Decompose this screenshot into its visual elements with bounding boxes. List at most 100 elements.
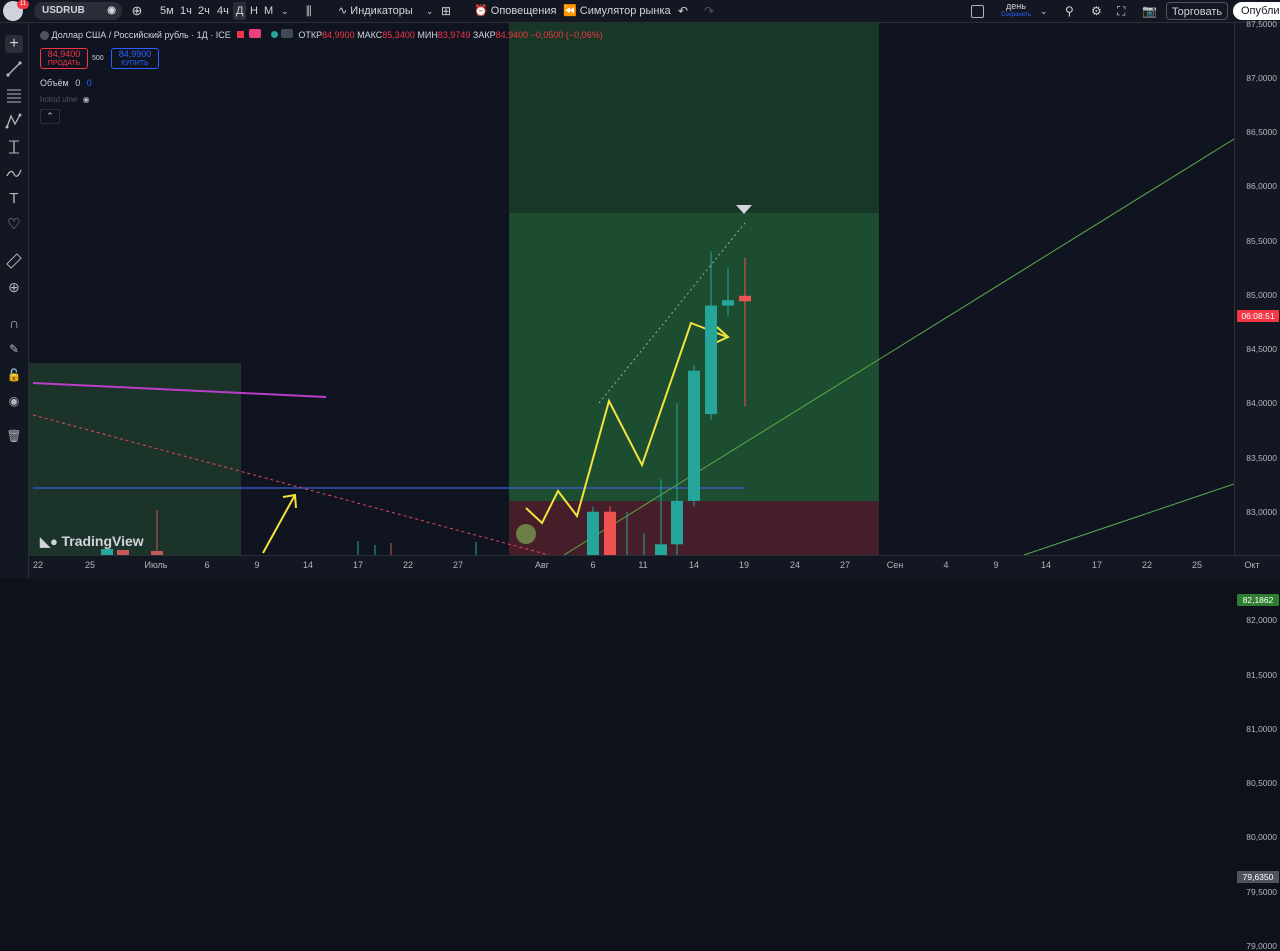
time-tick-label: 9 — [254, 560, 260, 570]
price-axis[interactable]: 87,5000 87,0000 86,5000 86,0000 85,5000 85,00… — [1234, 19, 1280, 951]
time-axis[interactable]: 22 25 Июль 6 9 14 17 22 27 Авг 6 11 14 19 24 27 Сен 4 9 14 1… — [29, 555, 1280, 579]
interval-more-chevron-icon[interactable]: ⌄ — [281, 2, 289, 20]
price-tick-label: 87,0000 — [1246, 72, 1277, 83]
magnet-icon[interactable]: ∩ — [5, 314, 23, 332]
sell-label: ПРОДАТЬ — [47, 60, 81, 67]
crosshair-icon[interactable]: + — [5, 35, 23, 53]
trade-button[interactable]: Торговать — [1166, 2, 1228, 20]
camera-icon[interactable]: 📷 — [1142, 2, 1157, 20]
green-trend-line-short — [1023, 483, 1234, 555]
volume-value-b: 0 — [86, 78, 92, 88]
lock-pen-icon[interactable]: ✎ — [5, 340, 23, 358]
open-label: ОТКР — [298, 30, 323, 40]
candle-body — [739, 295, 751, 302]
candle-body — [705, 305, 717, 415]
time-tick-label: 17 — [352, 560, 364, 570]
templates-grid-icon[interactable]: ⊞ — [441, 2, 451, 20]
time-tick-label: 22 — [32, 560, 44, 570]
alerts-label: Оповещения — [490, 5, 557, 17]
market-status-dot-icon — [271, 31, 279, 38]
ruler-icon[interactable] — [5, 252, 23, 270]
flag-icon — [237, 31, 245, 38]
high-label: МАКС — [357, 30, 383, 40]
volume-label: Объём — [40, 78, 69, 88]
indicator-eye-icon[interactable]: ◉ — [83, 95, 90, 104]
projection-icon[interactable] — [5, 138, 23, 156]
buy-price: 84,9900 — [118, 49, 152, 59]
buy-button[interactable]: 84,9900 КУПИТЬ — [111, 48, 159, 69]
close-value: 84,9400 — [495, 30, 529, 40]
collapse-legend-button[interactable]: ⌃ — [40, 109, 60, 124]
time-tick-label: Сен — [886, 560, 904, 570]
price-tick-label: 79,5000 — [1246, 886, 1277, 897]
settings-gear-icon[interactable]: ⚙ — [1091, 2, 1102, 20]
time-tick-label: 24 — [789, 560, 801, 570]
low-value: 83,9749 — [437, 30, 471, 40]
undo-icon[interactable]: ↶ — [678, 2, 688, 20]
time-tick-label: 22 — [402, 560, 414, 570]
interval-w[interactable]: Н — [250, 2, 258, 20]
visibility-eye-icon[interactable]: ◉ — [5, 392, 23, 410]
time-tick-label: 17 — [1091, 560, 1103, 570]
interval-5m[interactable]: 5м — [160, 2, 174, 20]
interval-2h[interactable]: 2ч — [198, 2, 210, 20]
interval-d-active[interactable]: Д — [233, 2, 247, 20]
price-tick-label: 85,5000 — [1246, 235, 1277, 246]
buy-label: КУПИТЬ — [121, 60, 149, 67]
fib-lines-icon[interactable] — [5, 86, 23, 104]
zoom-in-icon[interactable]: ⊕ — [5, 278, 23, 296]
chevron-down-icon: ⌄ — [425, 6, 434, 16]
pattern-icon[interactable] — [5, 112, 23, 130]
eye-icon[interactable]: ◉ — [107, 2, 116, 20]
spread-value: 500 — [92, 55, 104, 62]
price-tick-label: 81,0000 — [1246, 723, 1277, 734]
time-tick-label: 14 — [1040, 560, 1052, 570]
time-tick-label: 6 — [590, 560, 596, 570]
indicator-legend[interactable]: hotod ulne ◉ — [40, 95, 90, 104]
lock-icon[interactable]: 🔓 — [5, 366, 23, 384]
compare-add-button[interactable]: ⊕ — [129, 2, 145, 20]
price-badge: 82,1862 — [1237, 594, 1279, 607]
layout-square-icon[interactable] — [971, 5, 984, 18]
rewind-icon: ⏪ — [563, 5, 580, 17]
indicator-name: hotod ulne — [40, 95, 78, 104]
alerts-button[interactable]: ⏰ Оповещения — [474, 2, 556, 20]
trend-line-icon[interactable] — [5, 60, 23, 78]
symbol-search[interactable]: USDRUB ◉ — [34, 2, 122, 20]
symbol-legend[interactable]: Доллар США / Российский рубль · 1Д · ICE… — [40, 29, 603, 41]
layout-name-button[interactable]: день Сохранить — [996, 1, 1036, 19]
chevron-up-icon: ⌃ — [46, 111, 54, 121]
quick-search-icon[interactable]: ⚲ — [1065, 2, 1074, 20]
chart-pane[interactable]: Доллар США / Российский рубль · 1Д · ICE… — [29, 23, 1234, 555]
heart-icon[interactable]: ♡ — [5, 216, 23, 234]
data-mode-icon — [248, 29, 261, 38]
replay-button[interactable]: ⏪ Симулятор рынка — [563, 2, 671, 20]
tradingview-watermark: ◣● TradingView — [40, 533, 144, 550]
interval-4h[interactable]: 4ч — [217, 2, 229, 20]
time-tick-label: 19 — [738, 560, 750, 570]
alarm-clock-icon: ⏰ — [474, 5, 491, 17]
candle-body — [604, 511, 616, 555]
price-tick-label: 79,0000 — [1246, 940, 1277, 951]
time-tick-label: 4 — [943, 560, 949, 570]
text-tool-icon[interactable]: T — [5, 190, 23, 208]
candles-type-icon[interactable]: ⫼ — [306, 2, 312, 20]
watermark-text: TradingView — [61, 533, 144, 549]
layout-save-status: Сохранить — [1001, 12, 1031, 18]
sell-button[interactable]: 84,9400 ПРОДАТЬ — [40, 48, 88, 69]
price-chart[interactable] — [29, 23, 1234, 555]
redo-icon[interactable]: ↷ — [704, 2, 714, 20]
layout-chevron-down-icon[interactable]: ⌄ — [1040, 2, 1048, 20]
indicators-button[interactable]: ∿ Индикаторы ⌄ — [338, 2, 433, 20]
fullscreen-icon[interactable]: ⛶ — [1117, 2, 1125, 20]
interval-m[interactable]: М — [264, 2, 273, 20]
time-tick-label: 9 — [993, 560, 999, 570]
interval-1h[interactable]: 1ч — [180, 2, 192, 20]
notification-badge: 11 — [17, 0, 29, 9]
volume-legend[interactable]: Объём 0 0 — [40, 78, 92, 88]
brush-icon[interactable] — [5, 164, 23, 182]
publish-button[interactable]: Опублико — [1233, 2, 1280, 20]
indicators-label: Индикаторы — [350, 5, 413, 17]
time-tick-label: 11 — [638, 560, 648, 570]
trash-icon[interactable]: 🗑 — [5, 427, 23, 445]
